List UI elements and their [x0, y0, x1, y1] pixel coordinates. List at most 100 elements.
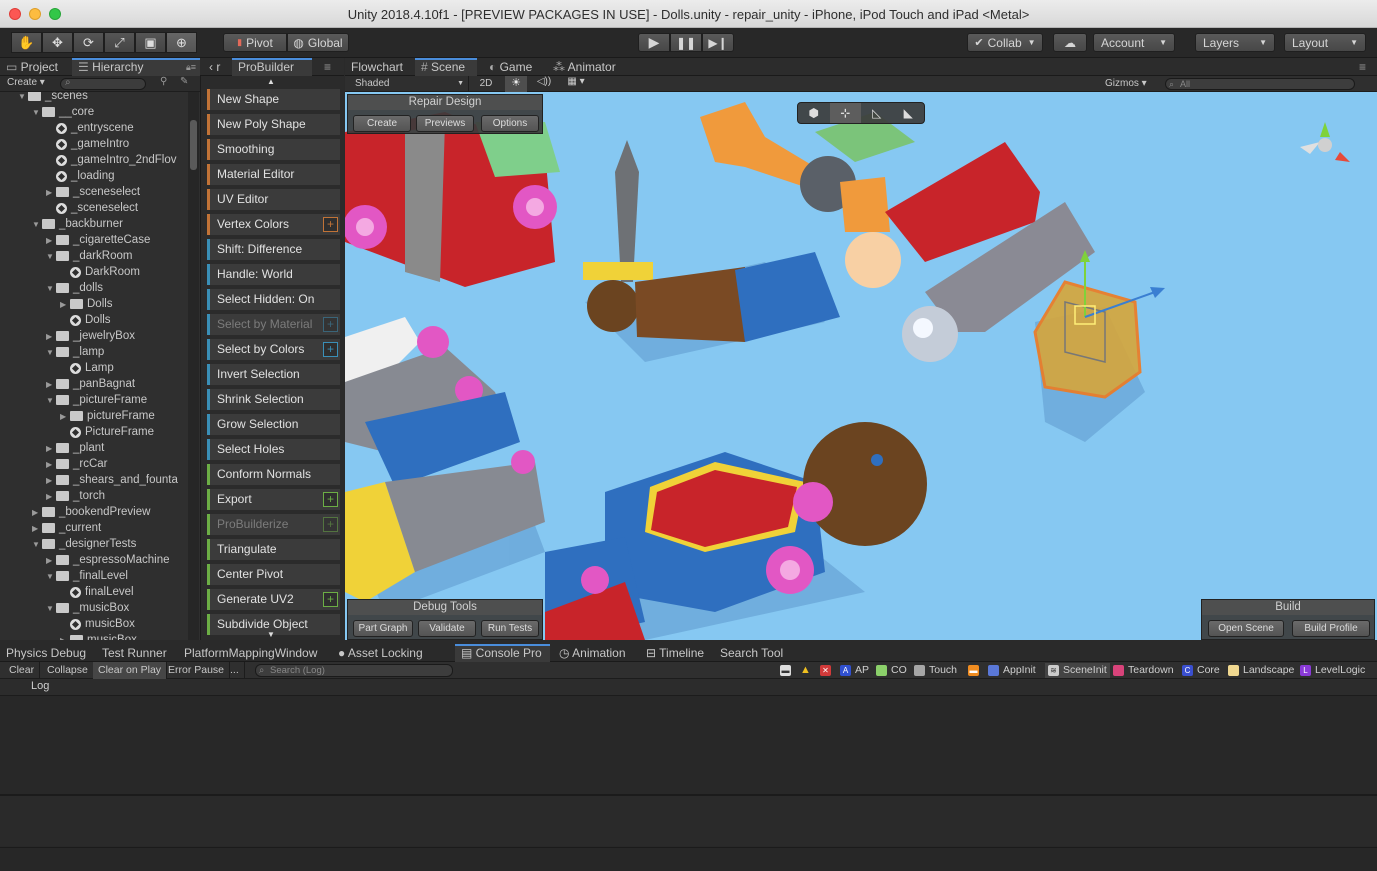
expand-closed-icon[interactable]: ▶ — [46, 476, 56, 485]
options-plus-icon[interactable]: + — [323, 592, 338, 607]
tab-r[interactable]: ‹ r — [203, 58, 231, 76]
layout-dropdown[interactable]: Layout ▼ — [1284, 33, 1366, 52]
tag-appinit[interactable]: ▬ — [968, 663, 983, 678]
expand-closed-icon[interactable]: ▶ — [32, 508, 42, 517]
options-plus-icon[interactable]: + — [323, 342, 338, 357]
build-profile-button[interactable]: Build Profile — [1292, 620, 1370, 637]
probuilder-item[interactable]: Select by Material + — [207, 314, 340, 335]
probuilder-item[interactable]: New Poly Shape — [207, 114, 340, 135]
folder-row[interactable]: ▶ _panBagnat — [46, 376, 135, 392]
scroll-down-icon[interactable]: ▼ — [267, 630, 275, 639]
tag-core[interactable]: C Core — [1182, 663, 1220, 678]
audio-toggle[interactable]: ◁)) — [533, 76, 555, 92]
scene-asset-row[interactable]: _gameIntro_2ndFlov — [46, 152, 176, 168]
edge-mode-button[interactable]: ◺ — [861, 103, 893, 123]
expand-closed-icon[interactable]: ▶ — [46, 236, 56, 245]
probuilder-item[interactable]: Vertex Colors + — [207, 214, 340, 235]
folder-row[interactable]: ▼ _darkRoom — [46, 248, 132, 264]
folder-row[interactable]: ▶ pictureFrame — [60, 408, 155, 424]
error-filter-toggle[interactable]: ✕ — [820, 663, 835, 678]
tag-touch[interactable]: Touch — [914, 663, 957, 678]
tab-game[interactable]: ◐ Game — [483, 58, 541, 76]
tab-animation[interactable]: ◷ Animation — [553, 644, 632, 662]
step-button[interactable]: ▶❙ — [702, 33, 734, 52]
scene-asset-row[interactable]: _entryscene — [46, 120, 134, 136]
folder-row[interactable]: ▼ _musicBox — [46, 600, 129, 616]
tab-probuilder[interactable]: ProBuilder — [232, 58, 312, 76]
tab-timeline[interactable]: ⊟ Timeline — [640, 644, 710, 662]
expand-open-icon[interactable]: ▼ — [46, 604, 56, 613]
folder-row[interactable]: ▼ _backburner — [32, 216, 123, 232]
tab-test-runner[interactable]: Test Runner — [96, 644, 173, 662]
expand-open-icon[interactable]: ▼ — [46, 252, 56, 261]
folder-row[interactable]: ▶ _current — [32, 520, 101, 536]
tag-icon[interactable]: ✎ — [180, 76, 188, 87]
probuilder-item[interactable]: Conform Normals — [207, 464, 340, 485]
folder-row[interactable]: ▶ musicBox — [60, 632, 137, 640]
lock-icon[interactable]: 🔒︎≡ — [186, 60, 196, 75]
probuilder-item[interactable]: Select Holes — [207, 439, 340, 460]
folder-row[interactable]: ▼ _designerTests — [32, 536, 136, 552]
hand-tool-button[interactable]: ✋ — [11, 32, 42, 53]
tab-asset-locking[interactable]: ● Asset Locking — [332, 644, 429, 662]
folder-row[interactable]: ▼ __core — [32, 104, 94, 120]
tag-sceneinit[interactable]: ≋ SceneInit — [1045, 663, 1110, 678]
tag-ap[interactable]: A AP — [840, 663, 869, 678]
folder-row[interactable]: ▼ _dolls — [46, 280, 103, 296]
expand-open-icon[interactable]: ▼ — [46, 284, 56, 293]
tab-scene[interactable]: # Scene — [415, 58, 477, 76]
log-list[interactable] — [0, 696, 1377, 794]
expand-open-icon[interactable]: ▼ — [32, 220, 42, 229]
tab-search-tool[interactable]: Search Tool — [714, 644, 789, 662]
create-dropdown[interactable]: Create ▾ — [7, 77, 45, 88]
probuilder-item[interactable]: Shrink Selection — [207, 389, 340, 410]
vertex-mode-button[interactable]: ⊹ — [829, 103, 861, 123]
folder-row[interactable]: ▼ _pictureFrame — [46, 392, 147, 408]
expand-open-icon[interactable]: ▼ — [46, 348, 56, 357]
rotate-tool-button[interactable]: ⟳ — [73, 32, 104, 53]
expand-open-icon[interactable]: ▼ — [46, 572, 56, 581]
expand-closed-icon[interactable]: ▶ — [46, 188, 56, 197]
effects-dropdown[interactable]: ▦ ▾ — [561, 76, 591, 92]
probuilder-item[interactable]: Grow Selection — [207, 414, 340, 435]
2d-toggle[interactable]: 2D — [473, 76, 499, 92]
probuilder-item[interactable]: New Shape — [207, 89, 340, 110]
log-filter-toggle[interactable]: ▬ — [780, 663, 795, 678]
expand-open-icon[interactable]: ▼ — [32, 108, 42, 117]
folder-row[interactable]: ▶ _rcCar — [46, 456, 108, 472]
tab-console-pro[interactable]: ▤ Console Pro — [455, 644, 550, 662]
pause-button[interactable]: ❚❚ — [670, 33, 702, 52]
tab-flowchart[interactable]: Flowchart — [345, 58, 413, 76]
clear-on-play-toggle[interactable]: Clear on Play — [93, 662, 168, 679]
tab-physics-debug[interactable]: Physics Debug — [0, 644, 92, 662]
play-button[interactable]: ▶ — [638, 33, 670, 52]
scene-search-input[interactable]: ⌕ All — [1165, 78, 1355, 90]
lighting-toggle[interactable]: ☀ — [505, 76, 527, 92]
expand-closed-icon[interactable]: ▶ — [60, 412, 70, 421]
options-plus-icon[interactable]: + — [323, 517, 338, 532]
filter-icon[interactable]: ⚲ — [160, 76, 167, 87]
probuilder-item[interactable]: Export + — [207, 489, 340, 510]
scene-asset-row[interactable]: musicBox — [60, 616, 135, 632]
validate-button[interactable]: Validate — [418, 620, 476, 637]
transform-tool-button[interactable]: ⊕ — [166, 32, 197, 53]
scene-menu-icon[interactable]: ≡ — [1353, 58, 1377, 76]
folder-row[interactable]: ▶ _cigaretteCase — [46, 232, 150, 248]
global-toggle[interactable]: ◍ Global — [287, 33, 349, 52]
probuilder-item[interactable]: Handle: World — [207, 264, 340, 285]
expand-open-icon[interactable]: ▼ — [18, 92, 28, 101]
probuilder-item[interactable]: Material Editor — [207, 164, 340, 185]
account-dropdown[interactable]: Account ▼ — [1093, 33, 1175, 52]
expand-closed-icon[interactable]: ▶ — [60, 636, 70, 641]
expand-open-icon[interactable]: ▼ — [46, 396, 56, 405]
collab-dropdown[interactable]: ✔ Collab ▼ — [967, 33, 1043, 52]
face-mode-button[interactable]: ◣ — [893, 103, 925, 123]
folder-row[interactable]: ▶ _shears_and_founta — [46, 472, 178, 488]
tab-project[interactable]: ▭ Project — [0, 58, 72, 76]
more-button[interactable]: ... — [225, 662, 245, 679]
options-plus-icon[interactable]: + — [323, 317, 338, 332]
move-tool-button[interactable]: ✥ — [42, 32, 73, 53]
folder-row[interactable]: ▶ _jewelryBox — [46, 328, 135, 344]
object-mode-button[interactable]: ⬢ — [798, 103, 830, 123]
expand-closed-icon[interactable]: ▶ — [46, 556, 56, 565]
